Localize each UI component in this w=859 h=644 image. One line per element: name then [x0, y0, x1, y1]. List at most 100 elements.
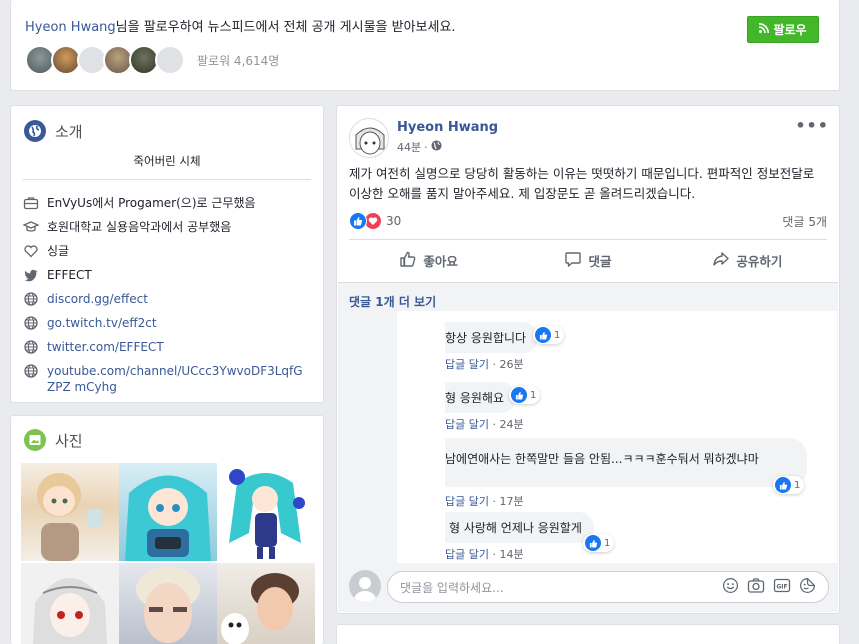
reply-link[interactable]: 답글 달기 — [445, 495, 489, 508]
comment-reactions[interactable]: 1 — [533, 326, 565, 344]
comment-item: 형 응원해요 1 답글 달기 · 24분 — [445, 382, 541, 432]
next-post-card — [336, 624, 840, 644]
photos-title: 사진 — [55, 431, 83, 450]
comment-input[interactable]: 댓글을 입력하세요... GIF — [387, 571, 829, 603]
photo-thumbnail[interactable] — [217, 563, 315, 644]
like-reaction-icon — [775, 477, 791, 493]
post-actions: 좋아요 댓글 공유하기 — [349, 244, 827, 276]
comment-timestamp[interactable]: 17분 — [499, 495, 523, 508]
comment-bubble: 항상 응원합니다 — [445, 322, 539, 353]
graduation-cap-icon — [22, 219, 40, 235]
comment-timestamp[interactable]: 24분 — [499, 418, 523, 431]
comment-reactions[interactable]: 1 — [773, 476, 805, 494]
post-author[interactable]: Hyeon Hwang — [397, 120, 498, 135]
intro-title: 소개 — [55, 122, 83, 141]
comment-timestamp[interactable]: 14분 — [499, 548, 523, 561]
follower-count[interactable]: 팔로워 4,614명 — [197, 52, 279, 69]
follow-prompt: Hyeon Hwang님을 팔로우하여 뉴스피드에서 전체 공개 게시물을 받아… — [25, 16, 456, 35]
intro-item-label: 싱글 — [47, 244, 70, 258]
intro-item-link[interactable]: discord.gg/effect — [47, 291, 148, 307]
follow-banner: Hyeon Hwang님을 팔로우하여 뉴스피드에서 전체 공개 게시물을 받아… — [10, 0, 840, 91]
like-reaction-icon — [349, 212, 367, 230]
briefcase-icon — [23, 195, 39, 211]
camera-icon[interactable] — [747, 577, 765, 597]
comment-like-count: 1 — [554, 329, 561, 341]
view-more-comments-link[interactable]: 댓글 1개 더 보기 — [349, 293, 436, 310]
globe-icon — [23, 363, 39, 379]
intro-card: 소개 죽어버린 시체 EnVyUs에서 Progamer(으)로 근무했음 호원… — [10, 105, 324, 403]
intro-item-label: EnVyUs에서 Progamer(으)로 근무했음 — [47, 196, 256, 210]
emoji-icon[interactable] — [722, 577, 739, 597]
composer-avatar — [349, 570, 381, 602]
comment-button[interactable]: 댓글 — [508, 244, 667, 276]
intro-item-link[interactable]: twitter.com/EFFECT — [47, 339, 164, 355]
intro-item-label[interactable]: EFFECT — [47, 267, 92, 283]
intro-item-link[interactable]: go.twitch.tv/eff2ct — [47, 315, 157, 331]
comment-input-placeholder: 댓글을 입력하세요... — [400, 580, 504, 595]
reactions-summary[interactable]: 30 — [349, 212, 401, 230]
twitter-icon — [23, 267, 39, 283]
like-reaction-icon — [535, 327, 551, 343]
comment-reactions[interactable]: 1 — [583, 534, 615, 552]
comment-bubble: 형 응원해요 — [445, 382, 517, 413]
globe-icon — [24, 120, 46, 142]
like-button-label: 좋아요 — [423, 253, 458, 269]
intro-bio: 죽어버린 시체 — [133, 154, 201, 168]
comment-bubble: 남에연애사는 한쪽말만 들음 안됨...ㅋㅋㅋ훈수둬서 뭐하겠냐마 — [445, 438, 807, 487]
photo-thumbnail[interactable] — [21, 463, 119, 561]
comment-timestamp[interactable]: 26분 — [499, 358, 523, 371]
comment-like-count: 1 — [604, 537, 611, 549]
intro-item-work: EnVyUs에서 Progamer(으)로 근무했음 — [23, 195, 313, 211]
photo-thumbnail[interactable] — [217, 463, 315, 561]
follower-avatars: 팔로워 4,614명 — [25, 45, 279, 75]
more-options-icon[interactable]: ••• — [795, 116, 829, 135]
comment-text: 형 응원해요 — [445, 391, 505, 405]
post-card: Hyeon Hwang 44분 · ••• 제가 여전히 실명으로 당당히 활동… — [336, 105, 840, 614]
comment-count[interactable]: 댓글 5개 — [782, 213, 827, 230]
comment-text: 항상 응원합니다 — [445, 331, 527, 345]
sticker-icon[interactable] — [799, 577, 816, 597]
comment-bubble: 형 사랑해 언제나 응원할게 — [445, 512, 594, 543]
photo-thumbnail[interactable] — [21, 563, 119, 644]
thumbs-up-icon — [399, 250, 417, 271]
photo-icon — [24, 429, 46, 451]
follow-button-label: 팔로우 — [773, 23, 807, 37]
like-reaction-icon — [585, 535, 601, 551]
intro-divider — [23, 179, 311, 180]
heart-icon — [23, 243, 39, 259]
comment-item: 남에연애사는 한쪽말만 들음 안됨...ㅋㅋㅋ훈수둬서 뭐하겠냐마 1 답글 달… — [445, 438, 807, 509]
globe-icon — [23, 339, 39, 355]
comment-text: 남에연애사는 한쪽말만 들음 안됨...ㅋㅋㅋ훈수둬서 뭐하겠냐마 — [445, 452, 759, 466]
share-button[interactable]: 공유하기 — [668, 244, 827, 276]
action-divider-top — [349, 239, 827, 240]
reply-link[interactable]: 답글 달기 — [445, 548, 489, 561]
share-arrow-icon — [712, 250, 730, 271]
like-button[interactable]: 좋아요 — [349, 244, 508, 276]
comment-like-count: 1 — [794, 479, 801, 491]
globe-icon — [23, 291, 39, 307]
public-globe-icon[interactable] — [431, 140, 442, 154]
intro-item-link[interactable]: youtube.com/channel/UCcc3YwvoDF3LqfGZPZ … — [47, 363, 307, 395]
comment-reactions[interactable]: 1 — [509, 386, 541, 404]
comment-meta: 답글 달기 · 17분 — [445, 495, 524, 508]
follow-button[interactable]: 팔로우 — [747, 16, 819, 43]
avatar[interactable] — [155, 45, 185, 75]
gif-icon[interactable]: GIF — [773, 577, 791, 597]
comment-like-count: 1 — [530, 389, 537, 401]
like-reaction-icon — [511, 387, 527, 403]
intro-item-twitter: EFFECT — [23, 267, 313, 283]
photos-card: 사진 — [10, 415, 324, 644]
profile-name-link[interactable]: Hyeon Hwang — [25, 20, 116, 35]
intro-item-label: 호원대학교 실용음악과에서 공부했음 — [47, 220, 232, 234]
post-timestamp[interactable]: 44분 — [397, 139, 421, 155]
intro-list: EnVyUs에서 Progamer(으)로 근무했음 호원대학교 실용음악과에서… — [22, 195, 313, 403]
reply-link[interactable]: 답글 달기 — [445, 358, 489, 371]
photo-thumbnail[interactable] — [119, 563, 217, 644]
post-body: 제가 여전히 실명으로 당당히 활동하는 이유는 떳떳하기 때문입니다. 편파적… — [349, 166, 815, 201]
intro-item-education: 호원대학교 실용음악과에서 공부했음 — [22, 219, 313, 235]
photo-thumbnail[interactable] — [119, 463, 217, 561]
author-avatar[interactable] — [349, 118, 389, 158]
comment-item: 형 사랑해 언제나 응원할게 1 답글 달기 · 14분 — [445, 512, 615, 562]
comment-meta: 답글 달기 · 24분 — [445, 418, 524, 431]
reply-link[interactable]: 답글 달기 — [445, 418, 489, 431]
